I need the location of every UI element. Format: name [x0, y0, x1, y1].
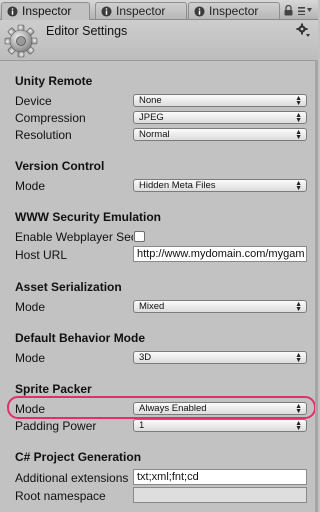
- padding-power-value: 1: [139, 420, 145, 431]
- resolution-dropdown[interactable]: Normal ▲ ▼: [133, 128, 307, 141]
- section-csharp-project: C# Project Generation: [15, 450, 142, 464]
- info-icon: [7, 6, 18, 17]
- tab-inspector-3[interactable]: Inspector: [188, 2, 280, 19]
- asset-mode-label: Mode: [15, 300, 46, 314]
- tab-label: Inspector: [209, 4, 259, 18]
- behavior-mode-dropdown[interactable]: 3D ▲ ▼: [133, 351, 307, 364]
- dropdown-arrows-icon: ▲ ▼: [295, 301, 302, 313]
- padding-power-dropdown[interactable]: 1 ▲ ▼: [133, 419, 307, 432]
- lock-icon[interactable]: [284, 5, 293, 16]
- additional-extensions-input[interactable]: txt;xml;fnt;cd: [133, 469, 307, 485]
- gear-icon: [4, 24, 38, 58]
- inspector-header: Editor Settings: [0, 20, 318, 61]
- tab-label: Inspector: [22, 4, 72, 18]
- asset-mode-value: Mixed: [139, 301, 165, 312]
- padding-power-label: Padding Power: [15, 419, 97, 433]
- info-icon: [194, 6, 205, 17]
- behavior-mode-value: 3D: [139, 352, 152, 363]
- compression-label: Compression: [15, 111, 86, 125]
- section-default-behavior: Default Behavior Mode: [15, 331, 146, 345]
- vc-mode-dropdown[interactable]: Hidden Meta Files ▲ ▼: [133, 179, 307, 192]
- device-dropdown[interactable]: None ▲ ▼: [133, 94, 307, 107]
- dropdown-arrows-icon: ▲ ▼: [295, 420, 302, 432]
- dropdown-arrows-icon: ▲ ▼: [295, 112, 302, 124]
- resolution-label: Resolution: [15, 128, 72, 142]
- enable-webplayer-checkbox[interactable]: [134, 231, 145, 242]
- device-label: Device: [15, 94, 52, 108]
- info-icon: [101, 6, 112, 17]
- root-namespace-input[interactable]: [133, 487, 307, 503]
- tab-inspector-1[interactable]: Inspector: [1, 2, 90, 20]
- section-asset-serialization: Asset Serialization: [15, 280, 122, 294]
- vc-mode-value: Hidden Meta Files: [139, 180, 216, 191]
- additional-extensions-label: Additional extensions: [15, 471, 129, 485]
- enable-webplayer-label: Enable Webplayer Secu: [15, 230, 133, 244]
- dropdown-arrows-icon: ▲ ▼: [295, 95, 302, 107]
- tab-strip: Inspector Inspector Inspector: [0, 0, 318, 20]
- root-namespace-label: Root namespace: [15, 489, 106, 503]
- tab-label: Inspector: [116, 4, 166, 18]
- dropdown-arrows-icon: ▲ ▼: [295, 352, 302, 364]
- compression-dropdown[interactable]: JPEG ▲ ▼: [133, 111, 307, 124]
- section-www-security: WWW Security Emulation: [15, 210, 162, 224]
- compression-value: JPEG: [139, 112, 164, 123]
- section-sprite-packer: Sprite Packer: [15, 382, 92, 396]
- section-version-control: Version Control: [15, 159, 105, 173]
- panel-edge: [315, 60, 318, 512]
- dropdown-arrows-icon: ▲ ▼: [295, 129, 302, 141]
- resolution-value: Normal: [139, 129, 170, 140]
- dropdown-arrows-icon: ▲ ▼: [295, 180, 302, 192]
- vc-mode-label: Mode: [15, 179, 46, 193]
- asset-mode-dropdown[interactable]: Mixed ▲ ▼: [133, 300, 307, 313]
- host-url-label: Host URL: [15, 248, 68, 262]
- menu-icon[interactable]: [298, 6, 312, 15]
- device-value: None: [139, 95, 162, 106]
- section-unity-remote: Unity Remote: [15, 74, 93, 88]
- page-title: Editor Settings: [46, 24, 128, 38]
- behavior-mode-label: Mode: [15, 351, 46, 365]
- host-url-input[interactable]: http://www.mydomain.com/mygam: [133, 246, 307, 262]
- cog-menu-icon[interactable]: [296, 23, 310, 37]
- highlight-outline: [7, 396, 316, 419]
- tab-inspector-2[interactable]: Inspector: [95, 2, 187, 19]
